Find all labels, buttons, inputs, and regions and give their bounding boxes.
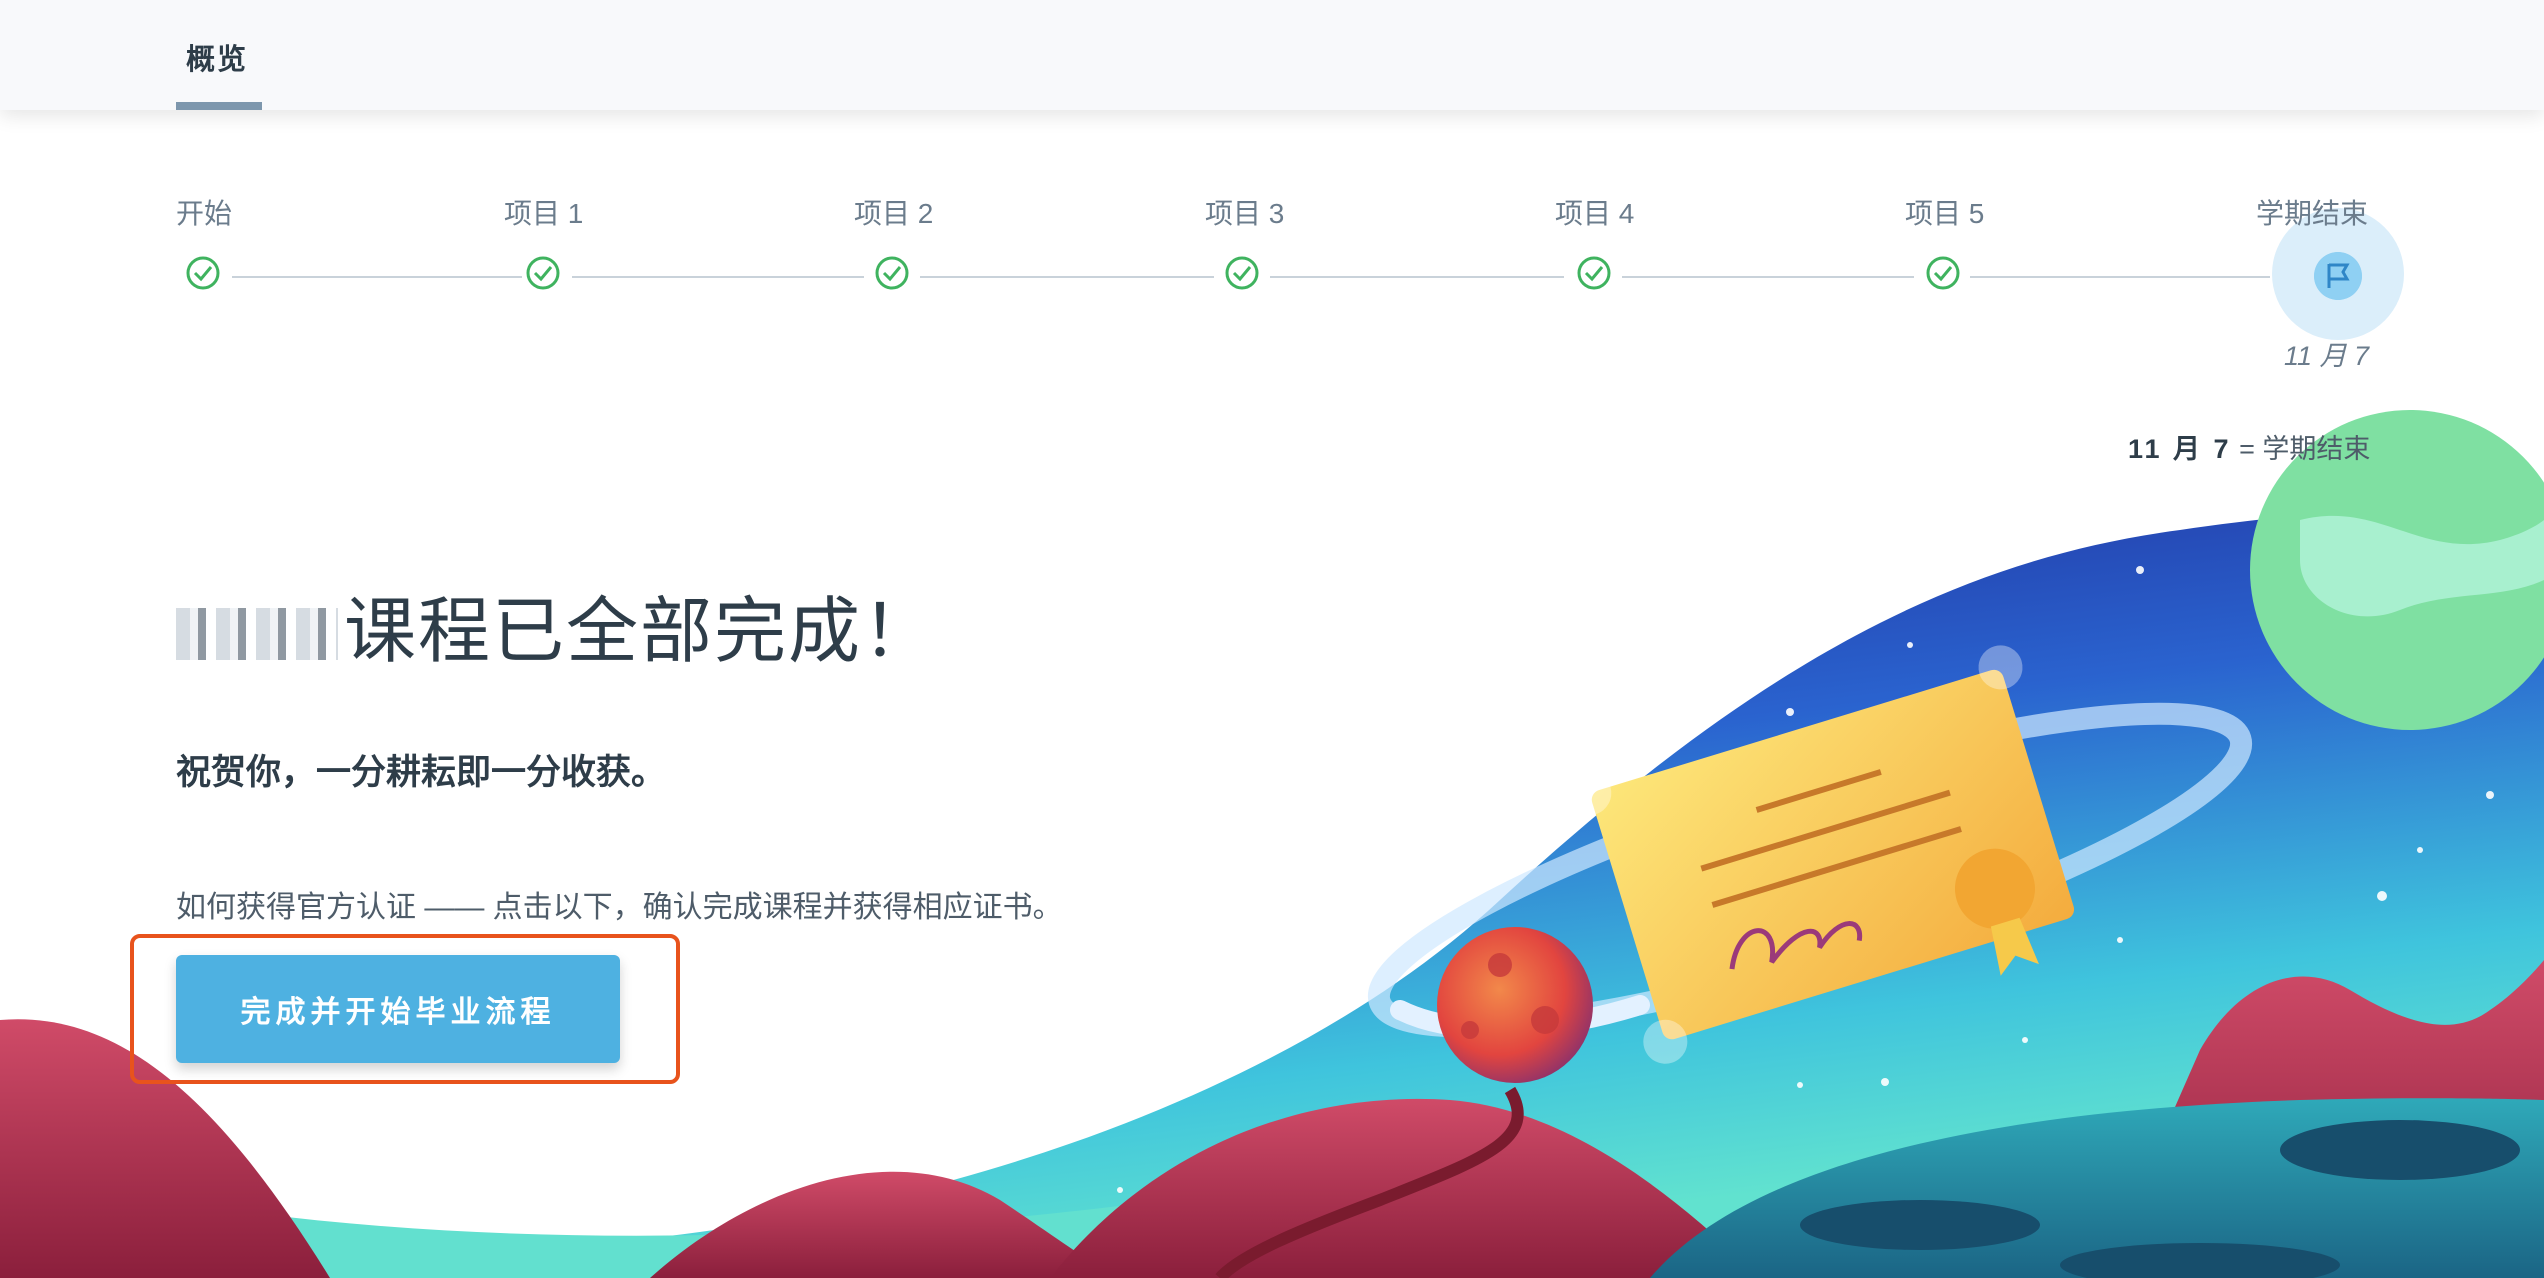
check-circle-icon [1577, 256, 1611, 290]
certification-instructions: 如何获得官方认证 —— 点击以下，确认完成课程并获得相应证书。 [176, 891, 1063, 924]
top-nav: 概览 [0, 0, 2544, 110]
finish-and-graduate-button[interactable]: 完成并开始毕业流程 [176, 955, 620, 1063]
timeline-connector [232, 276, 522, 278]
timeline-connector [1622, 276, 1914, 278]
timeline-connector [1270, 276, 1564, 278]
step-label-project-4: 项目 4 [1555, 198, 1635, 229]
check-circle-icon [186, 256, 220, 290]
flag-icon [2314, 252, 2362, 300]
active-tab-indicator [176, 102, 262, 110]
step-label-project-2: 项目 2 [854, 198, 934, 229]
check-circle-icon [875, 256, 909, 290]
check-circle-icon [1225, 256, 1259, 290]
progress-timeline: 开始 项目 1 项目 2 项目 3 项目 4 项目 5 学期结束 [0, 150, 2544, 390]
timeline-connector [572, 276, 864, 278]
completion-headline: 课程已全部完成！ [176, 572, 936, 677]
check-circle-icon [1926, 256, 1960, 290]
tab-overview-label: 概览 [186, 44, 249, 76]
step-label-project-1: 项目 1 [504, 198, 584, 229]
check-circle-icon [526, 256, 560, 290]
congrats-message: 祝贺你，一分耕耘即一分收获。 [176, 753, 667, 792]
legend-date: 11 月 7 [2128, 434, 2232, 464]
step-label-project-3: 项目 3 [1205, 198, 1285, 229]
redacted-course-name [176, 608, 338, 660]
step-label-term-end: 学期结束 [2256, 198, 2369, 229]
date-legend: 11 月 7 = 学期结束 [2128, 427, 2370, 466]
term-end-date: 11 月 7 [2284, 341, 2370, 371]
tab-overview[interactable]: 概览 [176, 0, 262, 110]
step-label-project-5: 项目 5 [1905, 198, 1985, 229]
timeline-connector [920, 276, 1214, 278]
legend-text: = 学期结束 [2239, 434, 2371, 464]
step-label-start: 开始 [176, 198, 233, 229]
completion-headline-text: 课程已全部完成！ [344, 592, 937, 672]
timeline-connector [1970, 276, 2270, 278]
